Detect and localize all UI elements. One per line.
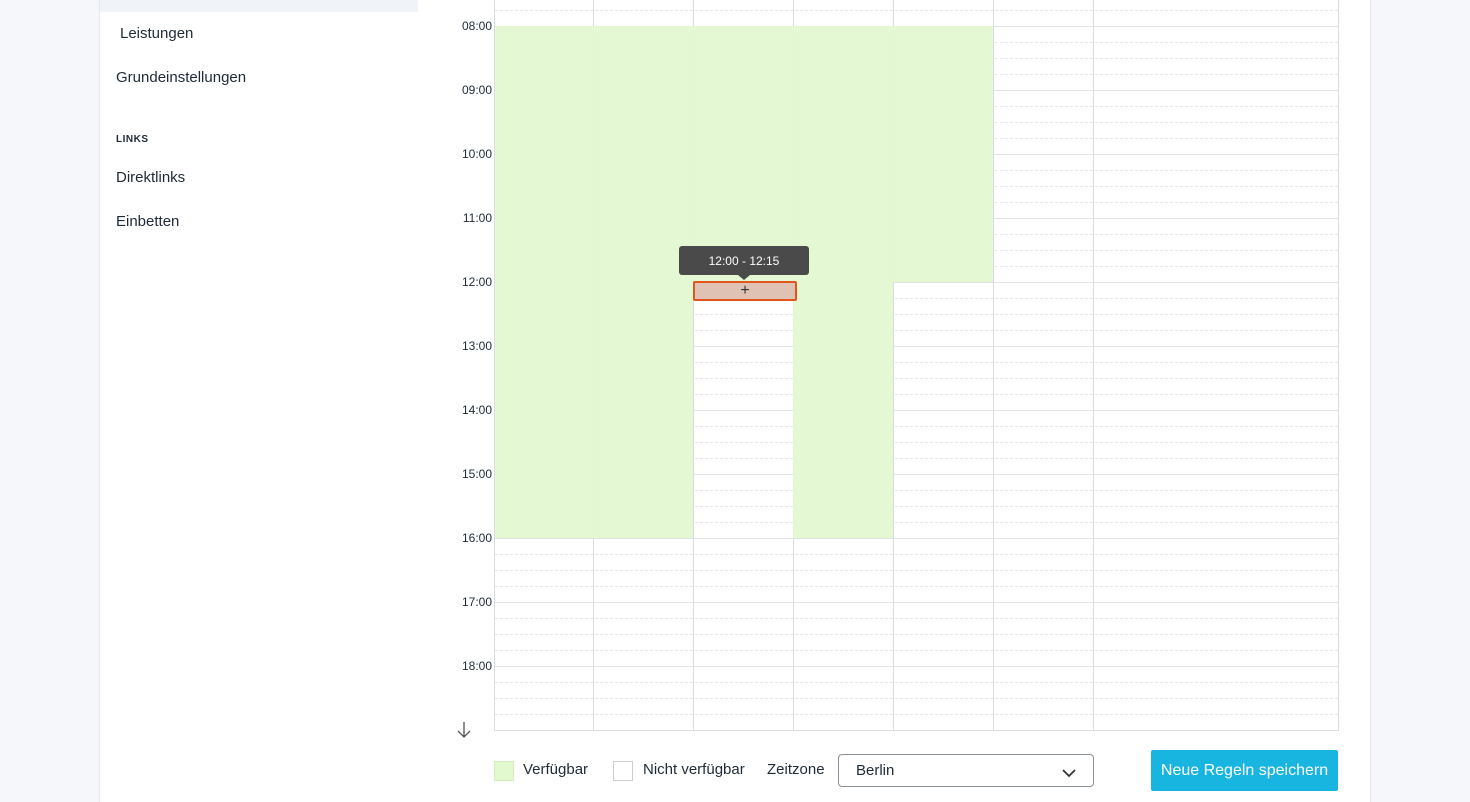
timezone-select[interactable]: Berlin (838, 754, 1094, 787)
links-section-heading: LINKS (116, 134, 149, 145)
sidebar-item-leistungen[interactable]: Leistungen (120, 25, 193, 43)
day-column-divider (993, 0, 994, 730)
time-label: 14:00 (461, 403, 492, 417)
timezone-value: Berlin (856, 762, 895, 779)
quarter-gridline (495, 618, 1338, 619)
available-block-wed[interactable] (693, 26, 793, 281)
quarter-gridline (495, 698, 1338, 699)
available-block-mon-tue[interactable] (495, 26, 693, 538)
sidebar: Leistungen Grundeinstellungen LINKS Dire… (99, 0, 419, 802)
time-label: 16:00 (461, 531, 492, 545)
available-block-thu[interactable] (793, 26, 893, 538)
quarter-gridline (495, 650, 1338, 651)
quarter-gridline (495, 714, 1338, 715)
hour-gridline (495, 666, 1338, 667)
quarter-gridline (495, 570, 1338, 571)
time-label: 13:00 (461, 339, 492, 353)
sidebar-item-grundeinstellungen[interactable]: Grundeinstellungen (116, 69, 246, 87)
legend-available-label: Verfügbar (523, 761, 589, 778)
selected-time-slot[interactable]: + (693, 281, 797, 301)
legend-unavailable-swatch (613, 761, 633, 781)
tooltip-arrow (738, 275, 750, 280)
timezone-label: Zeitzone (767, 761, 825, 778)
quarter-gridline (495, 586, 1338, 587)
time-label: 09:00 (461, 83, 492, 97)
hour-gridline (495, 602, 1338, 603)
quarter-gridline (495, 554, 1338, 555)
sidebar-active-item-strip[interactable] (100, 0, 418, 12)
available-block-fri[interactable] (893, 26, 993, 282)
selection-time-tooltip: 12:00 - 12:15 (679, 246, 809, 275)
time-label: 10:00 (461, 147, 492, 161)
time-axis: 08:00 09:00 10:00 11:00 12:00 13:00 14:0… (418, 0, 494, 730)
chevron-down-icon (1061, 765, 1077, 783)
plus-icon: + (740, 282, 750, 299)
time-label: 15:00 (461, 467, 492, 481)
day-column-divider (1093, 0, 1094, 730)
save-rules-button[interactable]: Neue Regeln speichern (1151, 750, 1338, 791)
arrow-down-icon[interactable] (456, 720, 472, 740)
sidebar-item-direktlinks[interactable]: Direktlinks (116, 169, 185, 187)
legend-available-swatch (494, 761, 514, 781)
time-label: 18:00 (461, 659, 492, 673)
time-label: 17:00 (461, 595, 492, 609)
time-label: 11:00 (462, 211, 492, 225)
time-label: 08:00 (461, 19, 492, 33)
quarter-gridline (495, 682, 1338, 683)
sidebar-item-einbetten[interactable]: Einbetten (116, 213, 179, 231)
hour-gridline (495, 730, 1338, 731)
hour-gridline (495, 538, 1338, 539)
quarter-gridline (495, 10, 1338, 11)
quarter-gridline (495, 634, 1338, 635)
time-label: 12:00 (461, 275, 492, 289)
legend-unavailable-label: Nicht verfügbar (643, 761, 745, 778)
